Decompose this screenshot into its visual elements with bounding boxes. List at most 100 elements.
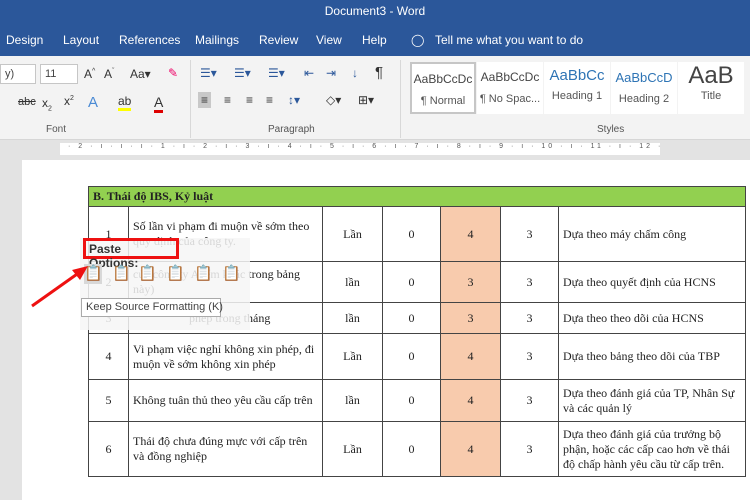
cell-value: 3 [500, 261, 559, 303]
shading-icon[interactable]: ◇▾ [326, 93, 341, 107]
style-name: Heading 1 [551, 90, 603, 102]
merge-formatting-icon[interactable]: 📋 [112, 264, 131, 284]
ruler-scale: · 2 · ı · ı · ı · 1 · ı · 2 · ı · 3 · ı … [60, 143, 660, 155]
subscript-icon[interactable]: x2 [42, 96, 52, 112]
align-center-icon[interactable]: ≡ [224, 93, 231, 107]
bullets-icon[interactable]: ☰▾ [200, 66, 217, 80]
clear-formatting-icon[interactable]: ✎ [168, 66, 178, 80]
style-name: ¶ Normal [420, 95, 466, 107]
table-row: 5 Không tuân thủ theo yêu cầu cấp trên lần… [88, 379, 746, 422]
cell-note: Dựa theo quyết định của HCNS [558, 261, 746, 303]
cell-value: 4 [440, 421, 501, 477]
font-name-box[interactable]: y) [0, 64, 36, 84]
link-keep-source-icon[interactable]: 📋 [138, 264, 157, 284]
cell-note: Dựa theo theo dõi của HCNS [558, 302, 746, 334]
divider [400, 60, 401, 138]
multilevel-list-icon[interactable]: ☰▾ [268, 66, 285, 80]
tab-review[interactable]: Review [259, 33, 298, 47]
document-table: B. Thái độ IBS, Kỷ luật 1 Số lần vi phạm … [88, 186, 746, 477]
ribbon-tabs: Design Layout References Mailings Review… [0, 24, 750, 56]
cell-value: 0 [382, 379, 441, 422]
style-heading-2[interactable]: AaBbCcD Heading 2 [611, 62, 677, 114]
tab-view[interactable]: View [316, 33, 342, 47]
font-size-box[interactable]: 11 [40, 64, 78, 84]
numbering-icon[interactable]: ☰▾ [234, 66, 251, 80]
cell-value: 0 [382, 206, 441, 262]
strikethrough-icon[interactable]: abc [18, 96, 36, 108]
cell-note: Dựa theo máy chấm công [558, 206, 746, 262]
shrink-font-icon[interactable]: Aˇ [104, 67, 114, 81]
style-no-spacing[interactable]: AaBbCcDc ¶ No Spac... [477, 62, 543, 114]
horizontal-ruler[interactable]: · 2 · ı · ı · ı · 1 · ı · 2 · ı · 3 · ı … [0, 140, 750, 158]
text-effects-icon[interactable]: A [88, 94, 98, 111]
cell-value: 3 [500, 379, 559, 422]
title-bar: Document3 - Word [0, 0, 750, 24]
paste-picture-icon[interactable]: 📋 [194, 264, 213, 284]
cell-value: 3 [500, 333, 559, 380]
tooltip: Keep Source Formatting (K) [81, 298, 223, 317]
style-title[interactable]: AaB Title [678, 62, 744, 114]
ribbon: y) 11 A^ Aˇ Aa▾ ✎ abc x2 x2 A ab A Font … [0, 56, 750, 140]
superscript-icon[interactable]: x2 [64, 94, 74, 108]
styles-group-label: Styles [597, 124, 625, 135]
cell-value: 4 [440, 333, 501, 380]
cell-note: Dựa theo đánh giá của trưởng bộ phận, ho… [558, 421, 746, 477]
tell-me-search[interactable]: Tell me what you want to do [435, 33, 583, 47]
style-name: Title [700, 90, 722, 102]
divider [190, 60, 191, 138]
table-row: 4 Vi phạm việc nghỉ không xin phép, đi mu… [88, 333, 746, 380]
cell-value: 0 [382, 261, 441, 303]
tab-help[interactable]: Help [362, 33, 387, 47]
lightbulb-icon: ◯ [411, 33, 425, 47]
cell-value: 3 [500, 206, 559, 262]
style-preview: AaBbCcD [615, 70, 673, 85]
align-right-icon[interactable]: ≡ [246, 93, 253, 107]
grow-font-icon[interactable]: A^ [84, 67, 95, 81]
tab-layout[interactable]: Layout [63, 33, 99, 47]
change-case-icon[interactable]: Aa▾ [130, 67, 151, 81]
increase-indent-icon[interactable]: ⇥ [326, 66, 336, 80]
paragraph-mark-icon[interactable]: ¶ [375, 64, 383, 81]
sort-icon[interactable]: ↓ [352, 66, 358, 80]
line-spacing-icon[interactable]: ↕▾ [288, 93, 300, 107]
keep-text-only-icon[interactable]: 📋 [222, 264, 241, 284]
highlight-icon[interactable]: ab [118, 94, 132, 111]
style-name: ¶ No Spac... [479, 93, 541, 105]
tab-references[interactable]: References [119, 33, 180, 47]
cell-no: 6 [88, 421, 129, 477]
red-arrow-annotation [31, 266, 88, 308]
font-group-label: Font [46, 124, 67, 135]
cell-unit: lần [322, 379, 383, 422]
style-normal[interactable]: AaBbCcDc ¶ Normal [410, 62, 476, 114]
tab-mailings[interactable]: Mailings [195, 33, 239, 47]
cell-desc: Thái độ chưa đúng mực với cấp trên và đồ… [128, 421, 323, 477]
section-header: B. Thái độ IBS, Kỷ luật [88, 186, 746, 207]
cell-note: Dựa theo bảng theo dõi của TBP [558, 333, 746, 380]
table-row: 6 Thái độ chưa đúng mực với cấp trên và đ… [88, 421, 746, 477]
style-heading-1[interactable]: AaBbCc Heading 1 [544, 62, 610, 114]
decrease-indent-icon[interactable]: ⇤ [304, 66, 314, 80]
link-merge-icon[interactable]: 📋 [166, 264, 185, 284]
tab-design[interactable]: Design [6, 33, 43, 47]
borders-icon[interactable]: ⊞▾ [358, 93, 374, 107]
cell-value: 3 [500, 421, 559, 477]
cell-no: 5 [88, 379, 129, 422]
paragraph-group-label: Paragraph [268, 124, 315, 135]
cell-unit: lần [322, 261, 383, 303]
cell-note: Dựa theo đánh giá của TP, Nhân Sự và các… [558, 379, 746, 422]
cell-desc: Không tuân thủ theo yêu cầu cấp trên [128, 379, 323, 422]
style-preview: AaBbCcDc [413, 72, 473, 86]
cell-value: 0 [382, 333, 441, 380]
cell-value: 0 [382, 421, 441, 477]
cell-value: 3 [500, 302, 559, 334]
cell-desc: Vi phạm việc nghỉ không xin phép, đi muộ… [128, 333, 323, 380]
cell-value: 3 [440, 261, 501, 303]
cell-value: 4 [440, 379, 501, 422]
cell-value: 0 [382, 302, 441, 334]
style-name: Heading 2 [618, 93, 670, 105]
justify-icon[interactable]: ≡ [266, 93, 273, 107]
align-left-icon[interactable]: ≡ [198, 92, 212, 108]
cell-unit: Lần [322, 333, 383, 380]
cell-unit: lần [322, 302, 383, 334]
font-color-icon[interactable]: A [154, 94, 164, 113]
